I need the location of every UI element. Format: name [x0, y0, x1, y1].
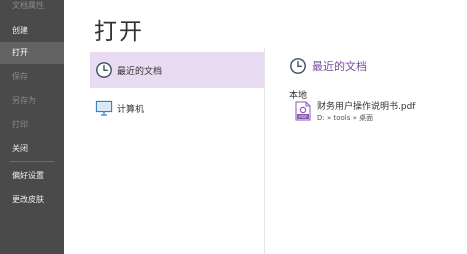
option-recent-documents-label: 最近的文档 [117, 66, 163, 77]
option-computer-label: 计算机 [117, 104, 145, 115]
sidebar-item-save[interactable]: 保存 [0, 66, 64, 88]
open-location-list: 最近的文档 计算机 [90, 48, 265, 254]
option-computer[interactable]: 计算机 [90, 90, 265, 126]
sidebar-item-properties[interactable]: 文档属性 [0, 0, 64, 17]
open-panel: 打开 最近的文档 计算机 最近的文档 本地 PDF 财务用户操作说明书.pdf … [64, 0, 467, 254]
sidebar-item-close[interactable]: 关闭 [0, 138, 64, 160]
recent-file-path: D: » tools » 桌面 [317, 114, 374, 122]
page-title: 打开 [94, 19, 144, 45]
clock-icon [95, 61, 113, 79]
sidebar-divider [10, 161, 54, 162]
section-local-label: 本地 [289, 91, 308, 101]
sidebar-item-open[interactable]: 打开 [0, 42, 64, 64]
option-recent-documents[interactable]: 最近的文档 [90, 52, 265, 88]
recent-documents-heading-text: 最近的文档 [312, 60, 367, 73]
pdf-badge-text: PDF [299, 114, 308, 119]
computer-icon [95, 99, 113, 117]
recent-documents-heading: 最近的文档 [289, 57, 367, 75]
pdf-file-icon: PDF [295, 101, 311, 125]
sidebar-item-save-as[interactable]: 另存为 [0, 90, 64, 112]
clock-icon [289, 57, 307, 75]
pane-divider [264, 48, 265, 254]
backstage-sidebar: 文档属性 创建 打开 保存 另存为 打印 关闭 偏好设置 更改皮肤 [0, 0, 64, 254]
recent-file-name: 财务用户操作说明书.pdf [317, 102, 416, 112]
sidebar-item-print[interactable]: 打印 [0, 114, 64, 136]
sidebar-item-create[interactable]: 创建 [0, 20, 64, 42]
sidebar-item-change-skin[interactable]: 更改皮肤 [0, 189, 64, 211]
recent-documents-pane: 最近的文档 本地 PDF 财务用户操作说明书.pdf D: » tools » … [287, 48, 457, 248]
recent-file-item[interactable]: PDF 财务用户操作说明书.pdf D: » tools » 桌面 [295, 101, 415, 125]
sidebar-item-preferences[interactable]: 偏好设置 [0, 165, 64, 187]
